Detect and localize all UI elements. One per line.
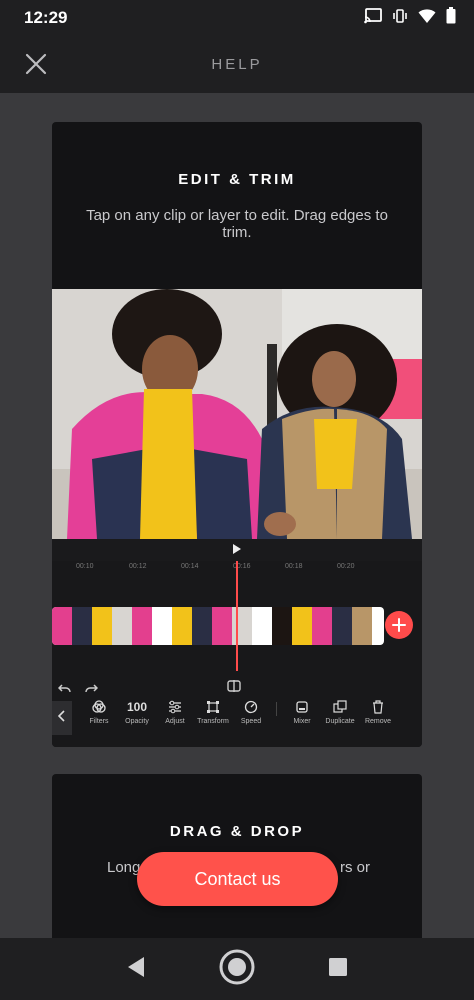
toolbar-divider [276,702,277,716]
tool-remove[interactable]: Remove [359,699,397,725]
tool-label: Opacity [125,718,149,725]
transform-icon [206,699,220,715]
timeline-tick: 00:12 [129,563,147,570]
playhead[interactable] [236,561,238,671]
mixer-icon [295,699,309,715]
timeline-tick: 00:20 [337,563,355,570]
tool-label: Duplicate [325,718,355,725]
system-nav-bar [0,938,474,1000]
redo-icon[interactable] [84,681,99,699]
tool-filters[interactable]: Filters [80,699,118,725]
undo-icon[interactable] [57,681,72,699]
timeline-tick: 00:18 [285,563,303,570]
play-icon[interactable] [232,541,242,559]
help-card-edit-trim: EDIT & TRIM Tap on any clip or layer to … [52,122,422,747]
clip-track[interactable] [52,607,384,645]
battery-icon [446,7,456,29]
tool-speed[interactable]: Speed [232,699,270,725]
tool-label: Filters [89,718,109,725]
tool-transform[interactable]: Transform [194,699,232,725]
filters-icon [92,699,106,715]
top-app-bar: HELP [0,36,474,93]
chevron-left-icon [57,709,66,727]
plus-icon [392,611,406,639]
help-content[interactable]: EDIT & TRIM Tap on any clip or layer to … [0,93,474,938]
tool-label: Remove [364,718,392,725]
adjust-icon [168,699,182,715]
editor-toolbar: Filters 100 Opacity Adjust Transform Spe… [52,699,422,743]
tool-label: Adjust [165,718,185,725]
card-description-right: rs or [340,859,370,876]
home-icon[interactable] [218,948,256,991]
close-icon [24,52,48,81]
timeline-tick: 00:14 [181,563,199,570]
recents-icon[interactable] [328,957,348,982]
tool-label: Speed [240,718,262,725]
timeline-tick: 00:10 [76,563,94,570]
wifi-icon [418,8,436,29]
tool-mixer[interactable]: Mixer [283,699,321,725]
tool-opacity[interactable]: 100 Opacity [118,699,156,725]
card-title: DRAG & DROP [169,823,305,840]
tool-label: Transform [197,718,229,725]
page-title: HELP [211,56,263,73]
status-icons [364,7,456,29]
add-clip-button[interactable] [385,611,413,639]
opacity-value: 100 [126,700,148,714]
status-time: 12:29 [24,8,68,27]
duplicate-icon [333,699,347,715]
tool-label: Mixer [293,718,311,725]
close-button[interactable] [16,46,56,86]
card-description-left: Long [107,859,141,876]
split-icon[interactable] [227,679,241,698]
editor-preview: 00:10 00:12 00:14 00:16 00:18 00:20 Filt… [52,539,422,747]
play-row [52,539,422,561]
vibrate-icon [392,8,408,29]
tool-duplicate[interactable]: Duplicate [321,699,359,725]
back-icon[interactable] [126,956,146,983]
sample-photo [52,289,422,539]
tool-adjust[interactable]: Adjust [156,699,194,725]
status-bar: 12:29 [0,0,474,36]
remove-icon [372,699,384,715]
card-description: Tap on any clip or layer to edit. Drag e… [86,207,388,241]
undo-redo-row [52,677,422,697]
speed-icon [244,699,258,715]
toolbar-back-button[interactable] [52,701,72,735]
contact-us-button[interactable]: Contact us [137,852,338,906]
card-title: EDIT & TRIM [178,171,296,188]
cast-icon [364,7,382,29]
